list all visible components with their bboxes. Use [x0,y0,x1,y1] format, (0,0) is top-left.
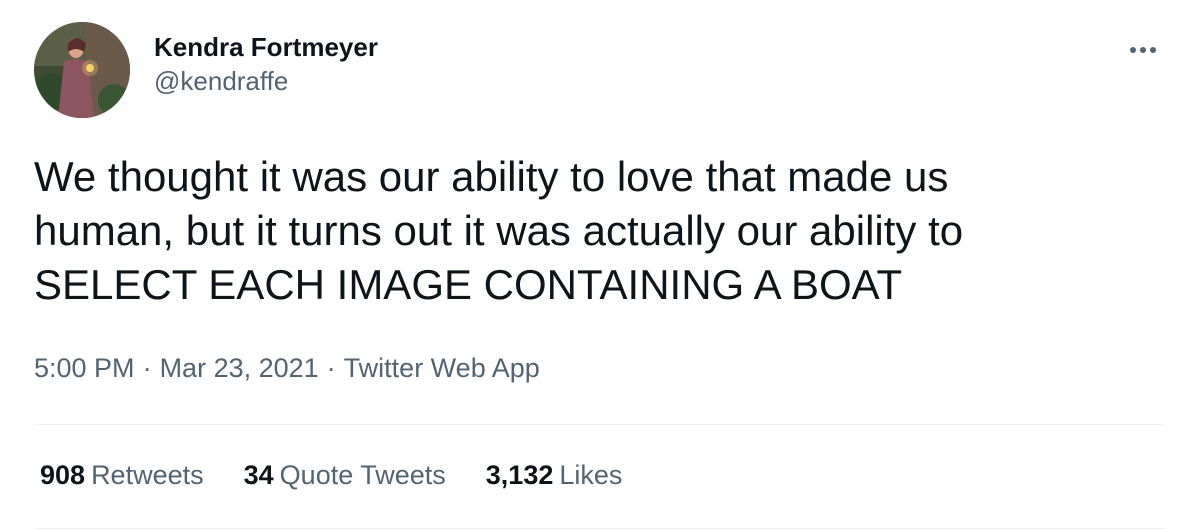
tweet-date[interactable]: Mar 23, 2021 [160,353,319,383]
likes-count: 3,132 [485,460,554,490]
tweet-card: Kendra Fortmeyer @kendraffe We thought i… [0,0,1196,532]
more-horizontal-icon-dot [1140,47,1146,53]
quote-tweets-label: Quote Tweets [279,460,446,490]
tweet-meta: 5:00 PM · Mar 23, 2021 · Twitter Web App [34,350,540,386]
tweet-time[interactable]: 5:00 PM [34,353,135,383]
meta-separator: · [326,353,336,383]
quote-tweets-count: 34 [243,460,274,490]
author-handle[interactable]: @kendraffe [154,64,378,98]
more-horizontal-icon-dot [1150,47,1156,53]
tweet-text-line: SELECT EACH IMAGE CONTAINING A BOAT [34,261,903,308]
more-options-button[interactable] [1118,30,1168,70]
retweets-stat[interactable]: 908 Retweets [40,457,204,493]
avatar-image [34,22,130,118]
retweets-count: 908 [40,460,86,490]
author-display-name[interactable]: Kendra Fortmeyer [154,30,378,64]
tweet-text-line: human, but it turns out it was actually … [34,207,964,254]
divider [34,528,1164,529]
meta-separator: · [142,353,152,383]
tweet-text: We thought it was our ability to love th… [34,150,1164,312]
author-block: Kendra Fortmeyer @kendraffe [154,30,378,98]
more-horizontal-icon [1130,47,1136,53]
likes-label: Likes [559,460,623,490]
likes-stat[interactable]: 3,132 Likes [486,457,623,493]
avatar[interactable] [34,22,130,118]
retweets-label: Retweets [91,460,204,490]
tweet-source[interactable]: Twitter Web App [344,353,540,383]
divider [34,424,1164,425]
engagement-stats: 908 Retweets 34 Quote Tweets 3,132 Likes [40,457,662,493]
tweet-text-line: We thought it was our ability to love th… [34,153,949,200]
quote-tweets-stat[interactable]: 34 Quote Tweets [244,457,446,493]
